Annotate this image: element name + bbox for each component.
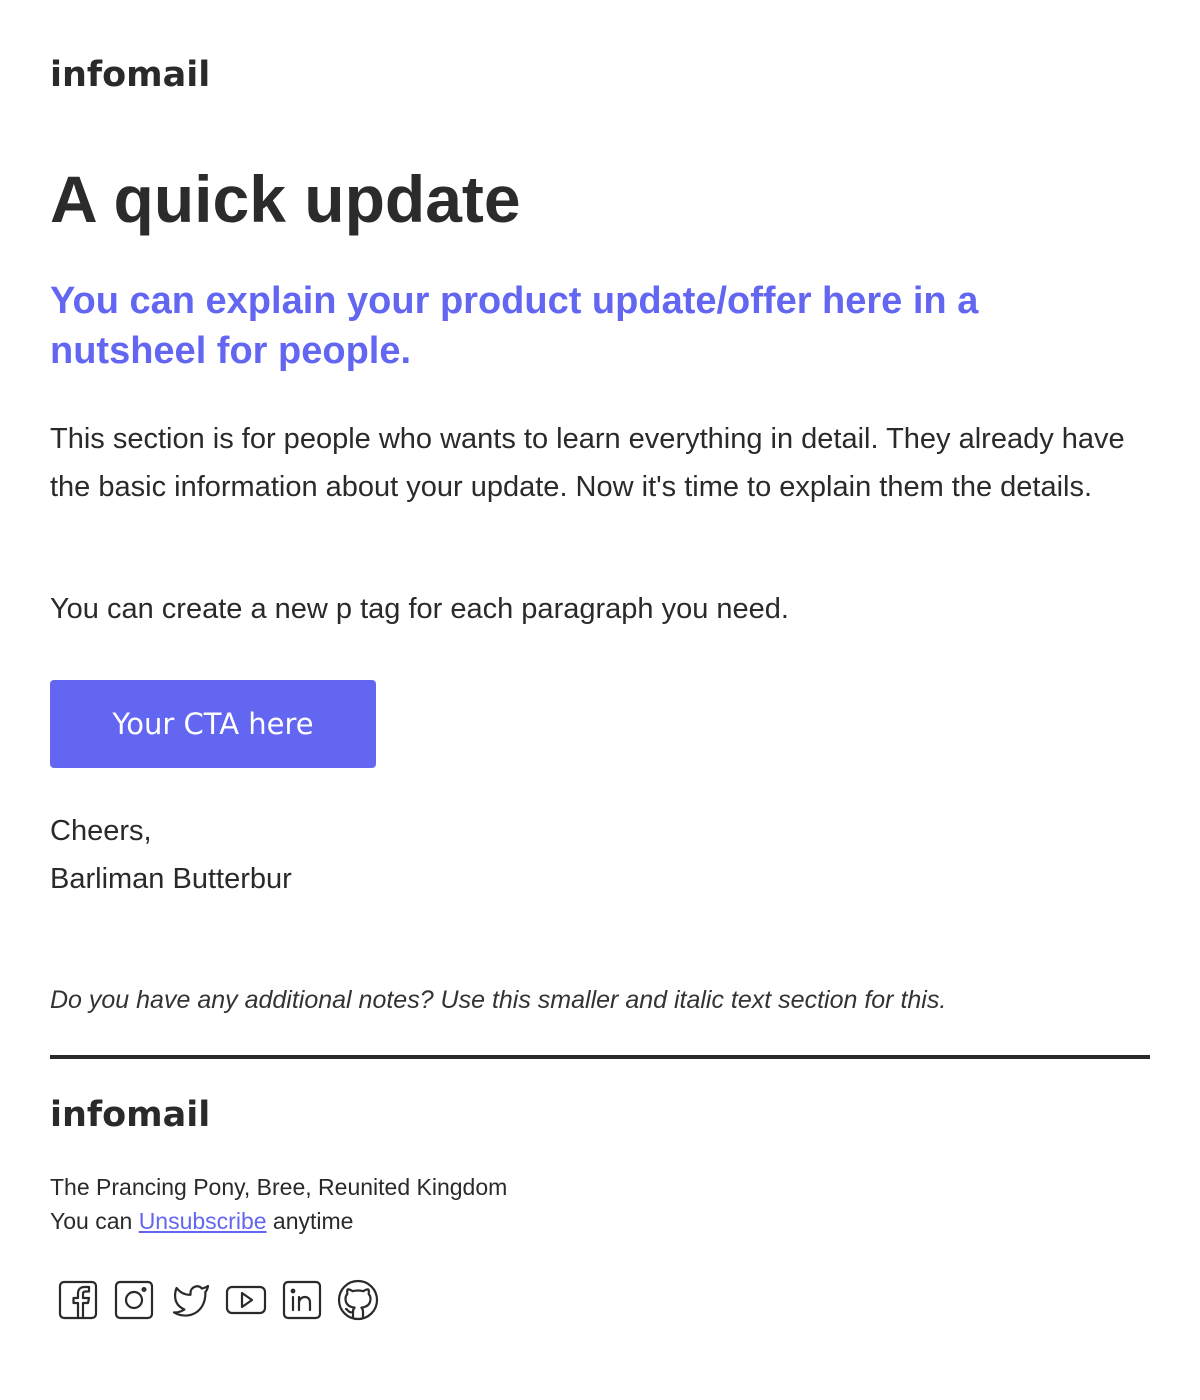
- youtube-icon[interactable]: [222, 1276, 270, 1324]
- signoff: Cheers, Barliman Butterbur: [50, 807, 292, 903]
- email-headline: A quick update: [50, 162, 521, 236]
- footer-address-block: The Prancing Pony, Bree, Reunited Kingdo…: [50, 1170, 507, 1238]
- unsubscribe-link[interactable]: Unsubscribe: [139, 1208, 267, 1234]
- linkedin-icon[interactable]: [278, 1276, 326, 1324]
- body-paragraph: You can create a new p tag for each para…: [50, 593, 789, 625]
- footer-divider: [50, 1055, 1150, 1059]
- additional-note: Do you have any additional notes? Use th…: [50, 986, 947, 1014]
- signoff-name: Barliman Butterbur: [50, 863, 292, 895]
- github-icon[interactable]: [334, 1276, 382, 1324]
- email-page: infomail A quick update You can explain …: [0, 0, 1200, 1400]
- unsubscribe-prefix: You can: [50, 1208, 133, 1234]
- footer-logo[interactable]: infomail: [50, 1098, 210, 1133]
- header-logo[interactable]: infomail: [50, 58, 210, 93]
- twitter-icon[interactable]: [166, 1276, 214, 1324]
- unsubscribe-suffix: anytime: [272, 1208, 354, 1234]
- email-subheadline: You can explain your product update/offe…: [50, 280, 979, 372]
- unsubscribe-line: You can Unsubscribe anytime: [50, 1204, 507, 1238]
- instagram-icon[interactable]: [110, 1276, 158, 1324]
- body-paragraph: This section is for people who wants to …: [50, 423, 1125, 503]
- cta-button[interactable]: Your CTA here: [50, 680, 376, 768]
- facebook-icon[interactable]: [54, 1276, 102, 1324]
- social-links: [54, 1276, 382, 1324]
- footer-address: The Prancing Pony, Bree, Reunited Kingdo…: [50, 1174, 508, 1200]
- signoff-greeting: Cheers,: [50, 815, 152, 847]
